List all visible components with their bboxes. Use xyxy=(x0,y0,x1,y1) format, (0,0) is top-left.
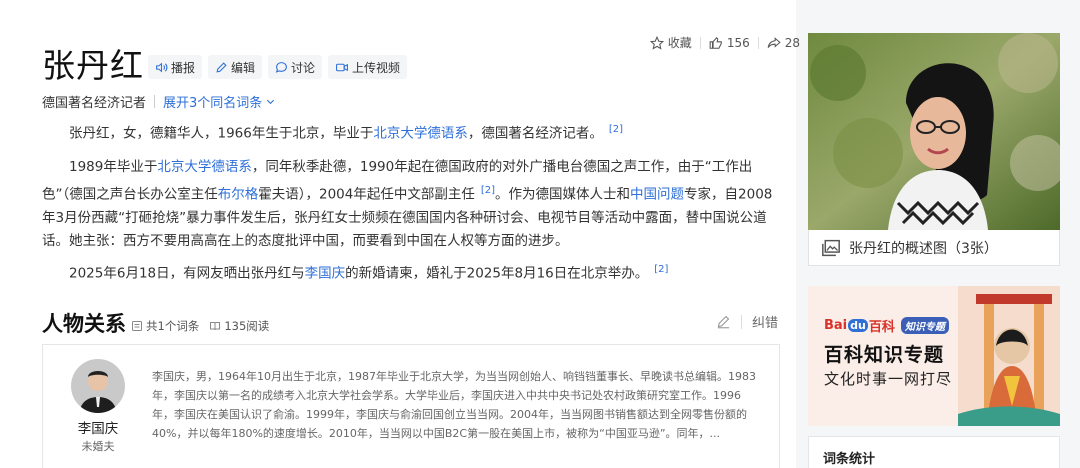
divider xyxy=(741,314,742,329)
summary-paragraph-2: 1989年毕业于北京大学德语系，同年秋季赴德，1990年起在德国政府的对外广播电… xyxy=(42,156,782,253)
entry-subtitle: 德国著名经济记者 xyxy=(42,96,147,111)
reads-count: 135阅读 xyxy=(209,318,269,334)
photo-caption-label: 张丹红的概述图（3张） xyxy=(849,240,998,257)
p1-text-1: 张丹红，女，德籍华人，1966年生于北京，毕业于 xyxy=(69,125,374,142)
share-button[interactable]: 28 xyxy=(767,36,800,50)
entries-count-label: 共1个词条 xyxy=(146,319,200,333)
share-icon xyxy=(767,36,781,48)
expand-homonyms-link[interactable]: 展开3个同名词条 xyxy=(163,92,276,111)
p3-text-1: 2025年6月18日，有网友晒出张丹红与 xyxy=(69,265,305,282)
link-china-issues[interactable]: 中国问题 xyxy=(630,187,684,203)
reads-count-label: 135阅读 xyxy=(224,319,270,333)
speaker-icon xyxy=(156,62,168,72)
entries-count: 共1个词条 xyxy=(131,318,199,334)
broadcast-button[interactable]: 播报 xyxy=(148,55,203,79)
broadcast-label: 播报 xyxy=(171,60,196,75)
topic-badge: 知识专题 xyxy=(900,317,949,334)
chat-icon xyxy=(275,61,287,73)
book-icon xyxy=(210,322,221,331)
gallery-icon xyxy=(822,239,840,256)
thumbs-up-icon xyxy=(709,36,722,49)
entry-subtitle-row: 德国著名经济记者 展开3个同名词条 xyxy=(42,92,276,111)
baike-text: 百科 xyxy=(868,320,895,335)
entry-statistics-box: 词条统计 xyxy=(808,436,1060,468)
banner-subtitle: 文化时事一网打尽 xyxy=(824,370,953,388)
summary-paragraph-1: 张丹红，女，德籍华人，1966年生于北京，毕业于北京大学德语系，德国著名经济记者… xyxy=(42,118,782,146)
relations-meta: 共1个词条 135阅读 xyxy=(131,318,279,334)
list-icon xyxy=(132,321,142,331)
reference-mark[interactable]: [2] xyxy=(609,124,623,135)
entry-actions: 播报 编辑 讨论 上传视频 xyxy=(148,55,413,79)
section-title-relations: 人物关系 xyxy=(42,312,126,336)
favorite-label: 收藏 xyxy=(667,36,692,50)
discuss-label: 讨论 xyxy=(291,60,316,75)
baidu-baike-brand: Bai du 百科 知识专题 xyxy=(824,316,949,335)
page-title: 张丹红 xyxy=(42,46,144,85)
video-icon xyxy=(336,63,349,71)
entry-stats: 收藏 156 28 xyxy=(642,34,800,51)
divider xyxy=(757,36,759,49)
discuss-button[interactable]: 讨论 xyxy=(268,55,323,79)
link-burghof[interactable]: 布尔格 xyxy=(218,187,259,203)
share-count: 28 xyxy=(784,35,800,50)
correct-button[interactable]: 纠错 xyxy=(752,312,778,331)
star-icon xyxy=(649,35,664,50)
sidebar: 张丹红的概述图（3张） xyxy=(808,33,1060,266)
like-count: 156 xyxy=(726,35,750,50)
reference-mark[interactable]: [2] xyxy=(481,185,495,196)
reference-mark[interactable]: [2] xyxy=(654,264,668,275)
banner-title: 百科知识专题 xyxy=(824,344,945,366)
link-pku-german[interactable]: 北京大学德语系 xyxy=(373,126,468,142)
person-relation: 未婚夫 xyxy=(81,440,115,453)
entry-statistics-title: 词条统计 xyxy=(823,452,876,467)
upload-video-button[interactable]: 上传视频 xyxy=(328,55,408,79)
divider xyxy=(699,36,701,49)
favorite-button[interactable]: 收藏 xyxy=(649,34,692,51)
divider xyxy=(154,95,156,108)
main-content: 收藏 156 28 张丹红 播报 编辑 讨论 上传视频 德国著名经济记者 展开3… xyxy=(0,0,800,468)
photo-caption[interactable]: 张丹红的概述图（3张） xyxy=(808,230,1060,266)
correction-area: 纠错 xyxy=(716,312,778,331)
p1-text-2: ，德国著名经济记者。 xyxy=(467,125,603,142)
chevron-down-icon xyxy=(267,99,275,105)
baidu-logo-du: du xyxy=(848,319,868,332)
p2-text-3: 霍夫语），2004年起任中文部副主任 xyxy=(258,186,475,203)
link-pku-german[interactable]: 北京大学德语系 xyxy=(157,159,252,175)
person-name[interactable]: 李国庆 xyxy=(43,417,153,437)
avatar xyxy=(71,359,125,413)
p2-text-4: 。作为德国媒体人士和 xyxy=(495,186,631,203)
p2-text-1: 1989年毕业于 xyxy=(69,159,158,175)
upload-video-label: 上传视频 xyxy=(352,60,401,75)
person-description: 李国庆，男，1964年10月出生于北京，1987年毕业于北京大学，为当当网创始人… xyxy=(152,370,756,440)
baidu-logo: Bai xyxy=(824,318,848,333)
p3-text-2: 的新婚请柬，婚礼于2025年8月16日在北京举办。 xyxy=(345,265,649,282)
pencil-icon xyxy=(216,61,227,73)
link-li-guoqing[interactable]: 李国庆 xyxy=(305,266,346,282)
like-button[interactable]: 156 xyxy=(709,36,750,50)
pen-icon[interactable] xyxy=(716,314,731,329)
summary-paragraph-3: 2025年6月18日，有网友晒出张丹红与李国庆的新婚请柬，婚礼于2025年8月1… xyxy=(42,258,782,286)
expand-homonyms-label: 展开3个同名词条 xyxy=(163,96,263,111)
edit-button[interactable]: 编辑 xyxy=(208,55,263,79)
knowledge-topic-banner[interactable]: Bai du 百科 知识专题 百科知识专题 文化时事一网打尽 xyxy=(808,286,1060,426)
summary-photo[interactable] xyxy=(808,33,1060,230)
relation-card[interactable]: 李国庆 未婚夫 李国庆，男，1964年10月出生于北京，1987年毕业于北京大学… xyxy=(42,344,780,468)
edit-label: 编辑 xyxy=(231,60,256,75)
